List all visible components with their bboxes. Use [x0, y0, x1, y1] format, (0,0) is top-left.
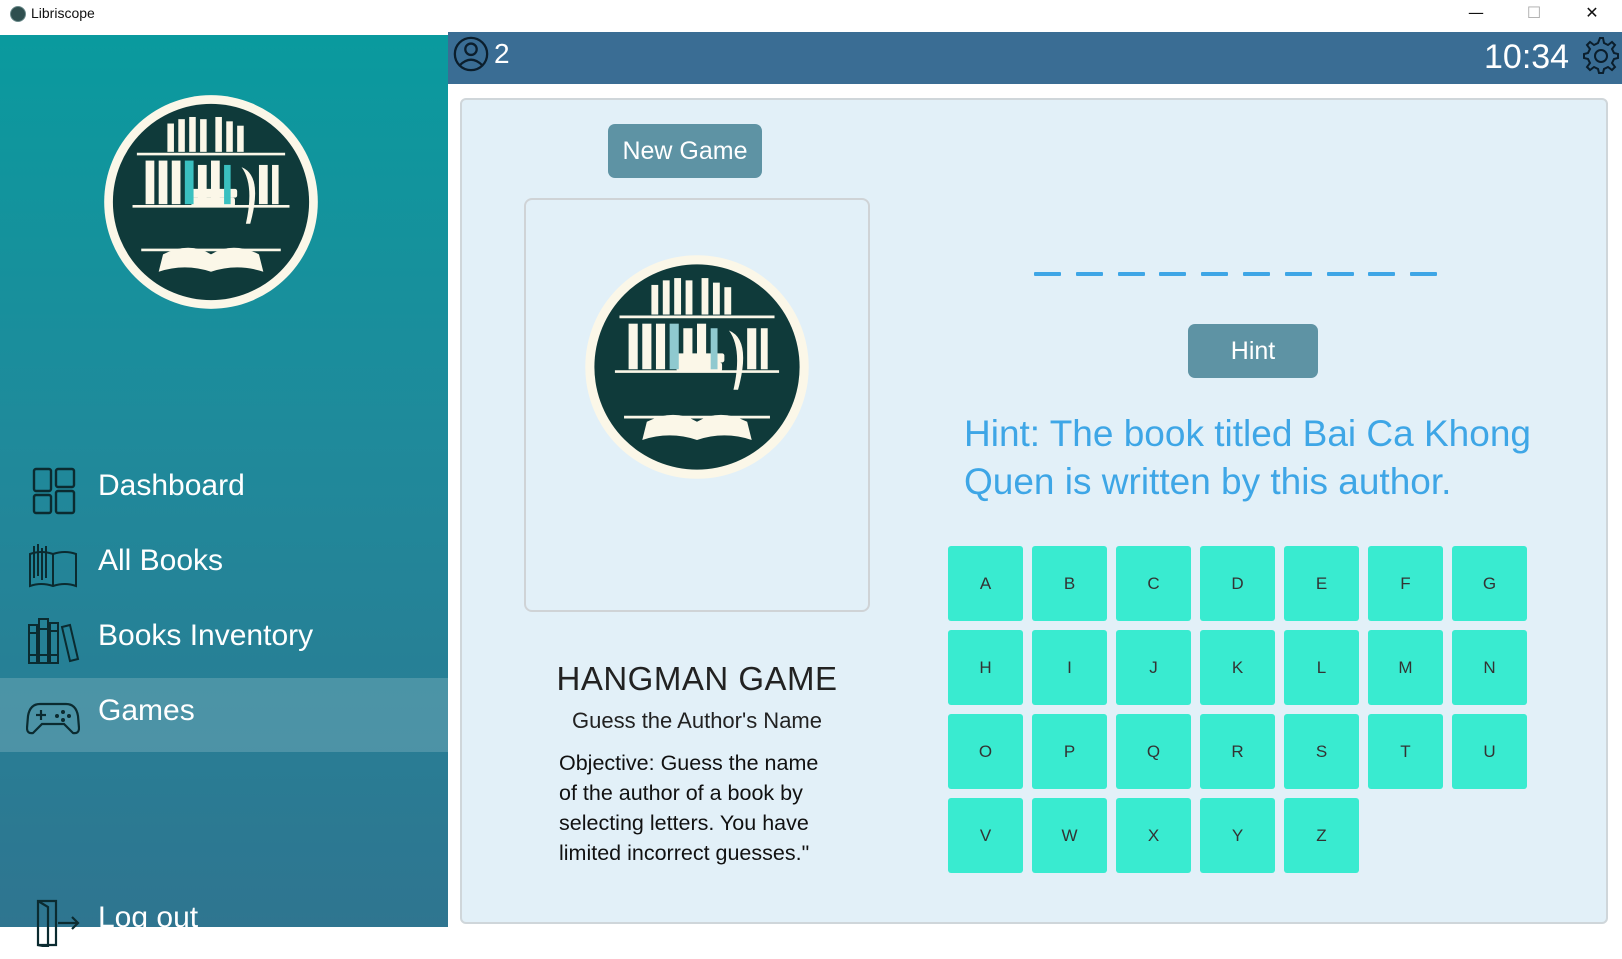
logout-label: Log out — [98, 901, 199, 934]
sidebar-item-books-inventory[interactable]: Books Inventory — [0, 603, 448, 677]
close-button[interactable]: ✕ — [1563, 0, 1621, 28]
window-titlebar: Libriscope — ☐ ✕ — [0, 0, 1622, 33]
letter-key-b[interactable]: B — [1032, 546, 1107, 621]
sidebar-item-dashboard[interactable]: Dashboard — [0, 453, 448, 527]
sidebar-item-games[interactable]: Games — [0, 678, 448, 752]
game-title: HANGMAN GAME — [556, 660, 838, 697]
sidebar-item-label: Books Inventory — [98, 619, 314, 652]
hint-button[interactable]: Hint — [1188, 324, 1318, 378]
library-logo — [585, 255, 809, 479]
minimize-button[interactable]: — — [1447, 0, 1505, 28]
letter-slot — [1243, 272, 1270, 276]
letter-key-p[interactable]: P — [1032, 714, 1107, 789]
letter-slot — [1326, 272, 1354, 276]
game-panel: New Game HANGMAN GAME Guess the Author's… — [460, 98, 1608, 924]
dashboard-icon — [32, 467, 76, 515]
sidebar-item-label: Games — [98, 694, 195, 727]
letter-slot — [1368, 272, 1396, 276]
window-title: Libriscope — [31, 5, 95, 21]
letter-key-j[interactable]: J — [1116, 630, 1191, 705]
letter-slot — [1034, 272, 1061, 276]
user-count: 2 — [494, 38, 510, 69]
letter-key-n[interactable]: N — [1452, 630, 1527, 705]
sidebar: Dashboard All Books Books Inventory Game… — [0, 35, 448, 947]
letter-key-c[interactable]: C — [1116, 546, 1191, 621]
letter-key-l[interactable]: L — [1284, 630, 1359, 705]
letter-key-q[interactable]: Q — [1116, 714, 1191, 789]
letter-slot — [1284, 272, 1312, 276]
hint-text: Hint: The book titled Bai Ca Khong Quen … — [964, 413, 1531, 502]
letter-key-r[interactable]: R — [1200, 714, 1275, 789]
letter-key-x[interactable]: X — [1116, 798, 1191, 873]
sidebar-item-label: All Books — [98, 544, 224, 577]
open-book-icon — [29, 544, 77, 588]
user-icon[interactable] — [452, 35, 490, 73]
letter-slot — [1117, 272, 1145, 276]
letter-key-u[interactable]: U — [1452, 714, 1527, 789]
letter-key-a[interactable]: A — [948, 546, 1023, 621]
gear-icon[interactable] — [1580, 34, 1620, 74]
letter-key-e[interactable]: E — [1284, 546, 1359, 621]
letter-slot — [1075, 272, 1103, 276]
letter-keyboard: ABCDEFG HIJKLMN OPQRSTU VWXYZ — [948, 546, 1528, 876]
sidebar-item-label: Dashboard — [98, 469, 245, 502]
letter-key-h[interactable]: H — [948, 630, 1023, 705]
letter-key-t[interactable]: T — [1368, 714, 1443, 789]
books-shelf-icon — [28, 618, 80, 664]
letter-slot — [1201, 272, 1229, 276]
letter-slot — [1410, 272, 1438, 276]
hangman-image-card — [524, 198, 870, 612]
letter-key-y[interactable]: Y — [1200, 798, 1275, 873]
word-slots — [1034, 262, 1474, 282]
logout-icon — [36, 899, 80, 947]
letter-key-w[interactable]: W — [1032, 798, 1107, 873]
maximize-button[interactable]: ☐ — [1505, 0, 1563, 28]
app-icon — [10, 6, 26, 22]
sidebar-item-all-books[interactable]: All Books — [0, 528, 448, 602]
top-header: 2 10:34 — [448, 32, 1622, 84]
gamepad-icon — [26, 702, 80, 735]
letter-key-o[interactable]: O — [948, 714, 1023, 789]
new-game-button[interactable]: New Game — [608, 124, 762, 178]
letter-key-m[interactable]: M — [1368, 630, 1443, 705]
letter-key-g[interactable]: G — [1452, 546, 1527, 621]
letter-key-d[interactable]: D — [1200, 546, 1275, 621]
letter-key-z[interactable]: Z — [1284, 798, 1359, 873]
letter-key-s[interactable]: S — [1284, 714, 1359, 789]
letter-key-k[interactable]: K — [1200, 630, 1275, 705]
letter-key-v[interactable]: V — [948, 798, 1023, 873]
clock: 10:34 — [1484, 38, 1570, 76]
game-subtitle: Guess the Author's Name — [572, 708, 822, 733]
logout-button[interactable]: Log out — [0, 885, 448, 959]
letter-key-i[interactable]: I — [1032, 630, 1107, 705]
library-logo — [104, 95, 318, 309]
letter-key-f[interactable]: F — [1368, 546, 1443, 621]
letter-slot — [1159, 272, 1187, 276]
game-objective: Objective: Guess the name of the author … — [559, 751, 819, 865]
